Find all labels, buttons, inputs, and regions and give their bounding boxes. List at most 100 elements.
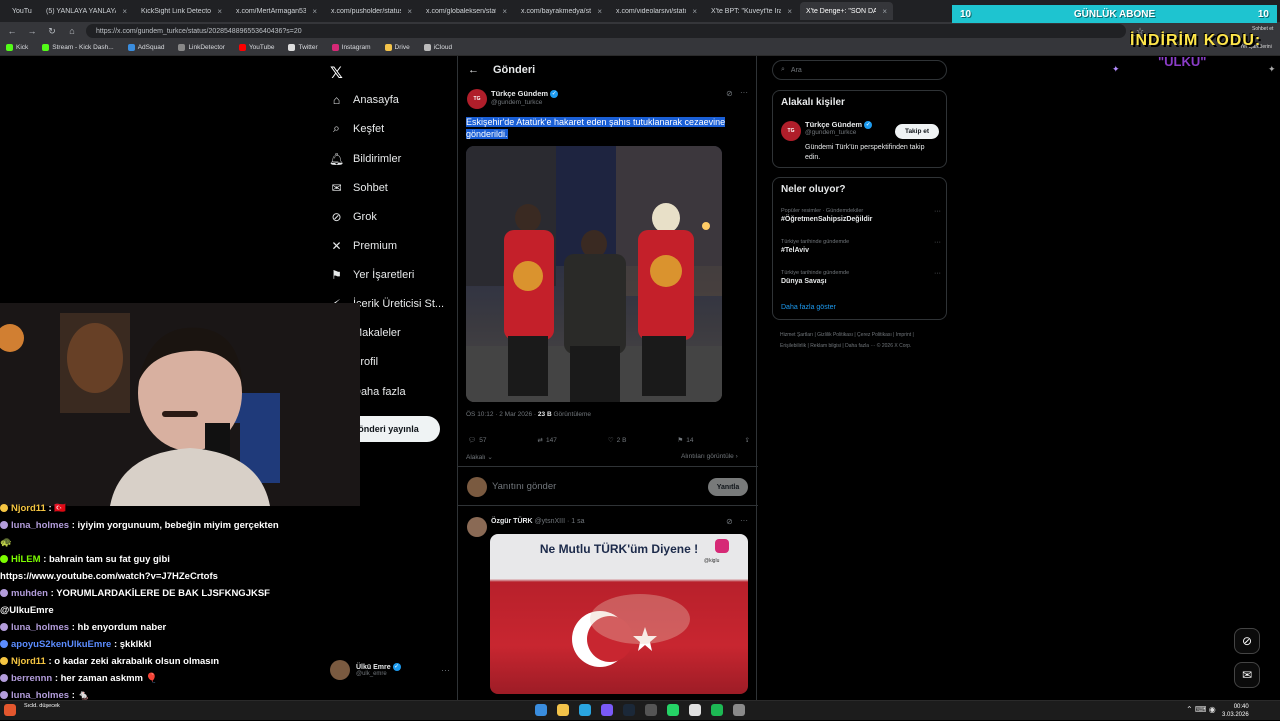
bookmark-item[interactable]: YouTube — [238, 44, 274, 51]
reply-action[interactable]: 💬︎ 57 — [468, 436, 487, 445]
tweet-image[interactable] — [466, 146, 722, 402]
account-switcher[interactable]: Ülkü Emre ✓ @ulk_emre ··· — [330, 660, 450, 680]
browser-tab[interactable]: KickSight Link Detector × — [135, 2, 228, 20]
nav-item[interactable]: ✉ Sohbet — [330, 181, 387, 195]
grok-float-icon[interactable]: ⊘ — [1234, 628, 1260, 654]
follow-button[interactable]: Takip et — [895, 124, 939, 139]
trend-item[interactable]: Popüler resimler · Gündemdekiler #Öğretme… — [781, 208, 941, 223]
messages-float-icon[interactable]: ✉ — [1234, 662, 1260, 688]
reply-author-avatar[interactable] — [467, 517, 487, 537]
more-dots-icon[interactable]: ··· — [740, 88, 748, 97]
edge-icon[interactable] — [579, 704, 591, 716]
reply-input[interactable]: Yanıtını gönder — [492, 481, 556, 492]
trend-item[interactable]: Türkiye tarihinde gündemde #TelAviv ··· — [781, 239, 941, 254]
search-input[interactable]: ⌕ Ara — [772, 60, 947, 80]
share-action[interactable]: ⇪ — [745, 436, 750, 444]
person-avatar[interactable]: TG — [781, 121, 801, 141]
file-explorer-icon[interactable] — [557, 704, 569, 716]
close-tab-icon[interactable]: × — [122, 7, 127, 16]
bookmark-item[interactable]: LinkDetector — [178, 44, 225, 51]
close-tab-icon[interactable]: × — [787, 7, 792, 16]
forward-icon[interactable]: → — [26, 26, 38, 36]
more-dots-icon[interactable]: ··· — [934, 270, 941, 277]
app-icon[interactable] — [733, 704, 745, 716]
nav-item[interactable]: ⌂ Anasayfa — [330, 93, 399, 107]
chat-username[interactable]: luna_holmes — [11, 622, 69, 633]
back-arrow-icon[interactable]: ← — [468, 64, 479, 76]
home-browser-icon[interactable]: ⌂ — [66, 26, 78, 36]
close-tab-icon[interactable]: × — [217, 7, 222, 16]
browser-tab[interactable]: (5) YANLAYA YANLAYA | 55... × — [40, 2, 133, 20]
reply-author-handle[interactable]: @ytsnXIII · 1 sa — [535, 518, 585, 525]
like-action[interactable]: ♡ 2 B — [608, 436, 627, 445]
nav-item[interactable]: ✕ Premium — [330, 239, 397, 253]
reply-author-name[interactable]: Özgür TÜRK — [491, 518, 533, 525]
browser-tab[interactable]: x.com/globaleksen/status/2... × — [420, 2, 513, 20]
bookmark-action[interactable]: ⚑ 14 — [677, 436, 693, 445]
bookmark-item[interactable]: iCloud — [423, 44, 452, 51]
obs-icon[interactable] — [689, 704, 701, 716]
browser-tab[interactable]: X'te BPT: "Kuveyt'te İran'a a... × — [705, 2, 798, 20]
reply-tweet-image[interactable]: Ne Mutlu TÜRK'üm Diyene ! @kiglu — [490, 534, 748, 694]
bookmark-item[interactable]: Kick — [6, 44, 28, 51]
author-name[interactable]: Türkçe Gündem — [491, 89, 548, 98]
bookmark-item[interactable]: Stream - Kick Dash... — [42, 44, 114, 51]
bookmark-item[interactable]: Twitter — [288, 44, 318, 51]
nav-item[interactable]: ⌕ Keşfet — [330, 121, 384, 135]
weather-icon[interactable] — [4, 704, 16, 716]
discord-icon[interactable] — [601, 704, 613, 716]
chat-username[interactable]: Njord11 — [11, 503, 46, 514]
person-handle[interactable]: @gundem_turkce — [805, 129, 872, 136]
close-tab-icon[interactable]: × — [312, 7, 317, 16]
reload-icon[interactable]: ↻ — [46, 26, 58, 37]
clock[interactable]: 00:40 3.03.2026 — [1222, 703, 1249, 719]
browser-tab[interactable]: YouTube — [6, 2, 38, 20]
chat-username[interactable]: Njord11 — [11, 656, 46, 667]
close-tab-icon[interactable]: × — [692, 7, 697, 16]
browser-tab[interactable]: x.com/pusholder/status/20... × — [325, 2, 418, 20]
view-quotes-link[interactable]: Alıntıları görüntüle › — [681, 453, 738, 460]
more-dots-icon[interactable]: ··· — [934, 208, 941, 215]
person-name[interactable]: Türkçe Gündem — [805, 120, 862, 129]
author-handle[interactable]: @gundem_turkce — [491, 99, 558, 106]
show-more-link[interactable]: Daha fazla göster — [781, 304, 836, 311]
chat-username[interactable]: HİLEM — [11, 554, 41, 565]
reply-button[interactable]: Yanıtla — [708, 478, 748, 496]
author-avatar[interactable]: TG — [467, 89, 487, 109]
chat-username[interactable]: apoyuS2kenUlkuEmre — [11, 639, 111, 650]
footer-links[interactable]: Hizmet Şartları | Gizlilik Politikası | … — [780, 330, 940, 352]
sort-relevant[interactable]: Alakalı ⌄ — [466, 453, 493, 461]
url-field[interactable]: https://x.com/gundem_turkce/status/20285… — [86, 24, 1126, 38]
browser-tab[interactable]: x.com/bayrakmedya/status... × — [515, 2, 608, 20]
chat-username[interactable]: luna_holmes — [11, 520, 69, 531]
spotify-icon[interactable] — [711, 704, 723, 716]
nav-item[interactable]: ⊘ Grok — [330, 210, 376, 224]
nav-item[interactable]: 🔔︎ Bildirimler — [329, 152, 401, 166]
grok-icon[interactable]: ⊘ — [726, 517, 733, 526]
tray-icons[interactable]: ⌃ ⌨ ◉ — [1186, 705, 1216, 714]
bookmark-item[interactable]: Drive — [384, 44, 410, 51]
browser-tab[interactable]: x.com/videolarsivi/status/2... × — [610, 2, 703, 20]
bookmark-item[interactable]: Instagram — [331, 44, 371, 51]
more-dots-icon[interactable]: ··· — [441, 665, 450, 675]
close-tab-icon[interactable]: × — [882, 7, 887, 16]
trend-item[interactable]: Türkiye tarihinde gündemde Dünya Savaşı ··… — [781, 270, 941, 285]
steam-icon[interactable] — [623, 704, 635, 716]
more-dots-icon[interactable]: ··· — [740, 516, 748, 525]
close-tab-icon[interactable]: × — [502, 7, 507, 16]
grok-icon[interactable]: ⊘ — [726, 89, 733, 98]
close-tab-icon[interactable]: × — [407, 7, 412, 16]
bookmark-item[interactable]: AdSquad — [127, 44, 164, 51]
browser-tab[interactable]: X'te Denge+: "SON DAKİKA × — [800, 2, 893, 20]
back-icon[interactable]: ← — [6, 26, 18, 36]
browser-tab[interactable]: x.com/MertArmagan53/stat... × — [230, 2, 323, 20]
x-logo-icon[interactable]: 𝕏 — [330, 63, 343, 83]
whatsapp-icon[interactable] — [667, 704, 679, 716]
close-tab-icon[interactable]: × — [597, 7, 602, 16]
nav-item[interactable]: ⚑ Yer İşaretleri — [330, 268, 414, 282]
weather-text[interactable]: Sıcld. düşecek — [24, 703, 60, 710]
chat-username[interactable]: muhden — [11, 588, 48, 599]
start-icon[interactable] — [535, 704, 547, 716]
more-dots-icon[interactable]: ··· — [934, 239, 941, 246]
app-icon[interactable] — [645, 704, 657, 716]
